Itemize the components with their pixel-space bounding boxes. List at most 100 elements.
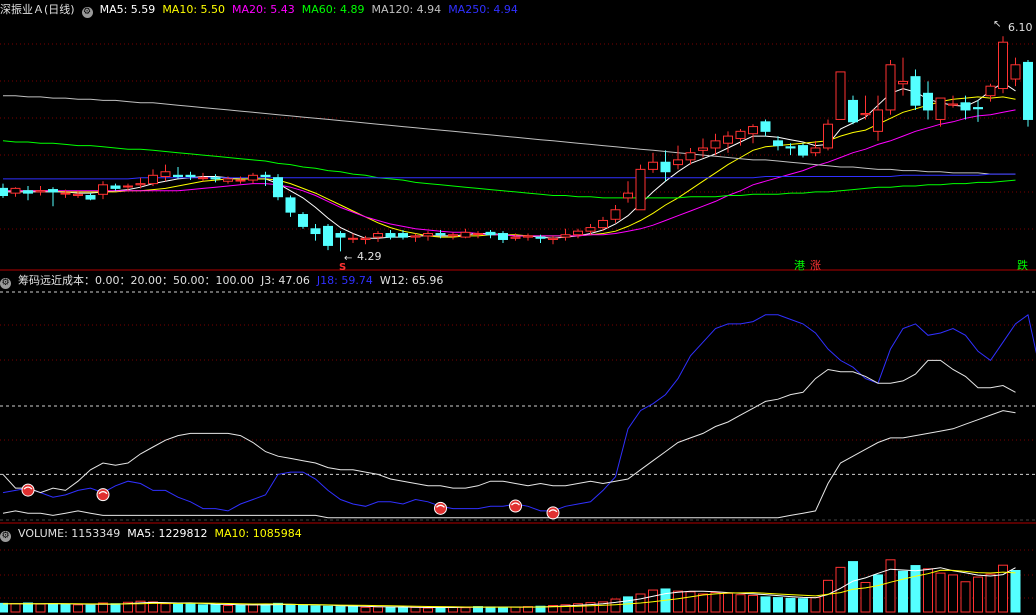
candle-body xyxy=(573,230,583,236)
candle-body xyxy=(523,235,533,238)
volume-bar xyxy=(510,606,521,613)
candle-body xyxy=(648,161,658,170)
volume-bar xyxy=(298,604,308,613)
candle-body xyxy=(198,177,208,180)
w12-value: W12: 65.96 xyxy=(379,274,444,287)
candle-body xyxy=(460,231,471,238)
candle-body xyxy=(598,219,608,229)
candle-body xyxy=(160,171,171,177)
candle-body xyxy=(98,184,108,195)
low-price-label: 4.29 xyxy=(357,250,382,263)
candle-body xyxy=(998,41,1008,90)
candle-body xyxy=(723,135,733,144)
candle-body xyxy=(923,92,933,111)
volume-bar xyxy=(360,606,371,613)
candle-body xyxy=(660,161,671,173)
candle-body xyxy=(698,147,708,151)
volume-bar xyxy=(448,606,458,613)
volume-bar xyxy=(735,594,746,613)
indicator-title[interactable]: 筹码远近成本：0.00：20.00：50.00：100.00 xyxy=(18,274,254,287)
stock-chart-canvas[interactable]: 6.10 ↖ 4.29 ← S 港 涨 跌 xyxy=(0,0,1036,615)
volume-bar xyxy=(773,597,783,613)
candle-body xyxy=(235,179,246,182)
candle-body xyxy=(810,147,821,154)
limit-down-tag: 跌 xyxy=(1017,258,1028,272)
candle-body xyxy=(710,140,721,149)
j18-value: J18: 59.74 xyxy=(316,274,373,287)
volume-bar xyxy=(85,604,96,613)
indicator-gear-icon[interactable]: ⚙ xyxy=(0,278,11,289)
candle-body xyxy=(510,236,521,239)
candle-body xyxy=(23,190,33,194)
candle-body xyxy=(623,192,633,199)
volume-bar xyxy=(973,576,983,613)
buy-signal-marker xyxy=(96,488,110,502)
volume-bar xyxy=(0,602,8,613)
buy-signal-marker xyxy=(434,501,447,515)
candle-body xyxy=(323,225,333,246)
volume-bar xyxy=(160,603,171,613)
volume-bar xyxy=(260,603,271,613)
volume-bar xyxy=(10,603,21,613)
buy-signal-marker xyxy=(546,506,560,520)
candle-body xyxy=(135,183,146,186)
candle-body xyxy=(673,159,683,166)
candle-body xyxy=(835,71,846,120)
volume-bar xyxy=(935,572,946,613)
vol-ma10-value: MA10: 1085984 xyxy=(214,527,302,540)
volume-bar xyxy=(60,603,71,613)
volume-bar xyxy=(1010,569,1021,613)
volume-bar xyxy=(398,607,408,613)
ma20-value: MA20: 5.43 xyxy=(232,3,295,16)
volume-bar xyxy=(248,604,258,613)
volume-bar xyxy=(35,603,46,613)
volume-bar xyxy=(948,574,958,613)
volume-bar xyxy=(373,606,383,613)
volume-bar xyxy=(798,598,808,613)
volume-bar xyxy=(873,574,883,613)
candle-body xyxy=(310,228,321,235)
candle-body xyxy=(773,140,783,147)
volume-bar xyxy=(898,570,908,613)
volume-gear-icon[interactable]: ⚙ xyxy=(0,531,11,542)
candle-body xyxy=(860,113,871,116)
candle-body xyxy=(735,130,746,139)
candle-body xyxy=(60,192,71,195)
j3-value: J3: 47.06 xyxy=(260,274,310,287)
settings-gear-icon[interactable]: ⚙ xyxy=(81,7,93,18)
candle-body xyxy=(1023,61,1033,120)
candle-body xyxy=(985,85,996,97)
candle-body xyxy=(785,146,796,149)
volume-bar xyxy=(223,605,233,613)
buy-signal-marker xyxy=(21,483,35,497)
candle-body xyxy=(873,109,883,132)
volume-bar xyxy=(748,594,758,613)
candle-body xyxy=(410,235,421,238)
volume-bar xyxy=(335,606,346,613)
candle-body xyxy=(0,187,8,197)
candle-body xyxy=(123,185,133,188)
volume-bar xyxy=(610,598,621,613)
buy-signal-marker xyxy=(509,499,522,513)
candle-body xyxy=(148,174,158,185)
candle-body xyxy=(448,234,458,237)
candle-body xyxy=(948,103,958,106)
stock-title[interactable]: 深振业Ａ(日线) xyxy=(0,3,75,16)
volume-value[interactable]: VOLUME: 1153349 xyxy=(18,527,120,540)
candle-body xyxy=(1010,64,1021,80)
volume-bar xyxy=(210,603,221,613)
volume-bar xyxy=(673,590,683,613)
candle-body xyxy=(910,76,921,106)
candle-body xyxy=(610,209,621,220)
volume-bar xyxy=(960,581,971,613)
candle-body xyxy=(473,233,483,236)
candle-body xyxy=(760,121,771,132)
volume-bar xyxy=(310,605,321,613)
volume-bar xyxy=(760,596,771,613)
ma60-value: MA60: 4.89 xyxy=(301,3,365,16)
volume-bar xyxy=(910,565,921,613)
volume-bar xyxy=(698,593,708,613)
volume-bar xyxy=(23,602,33,613)
volume-bar xyxy=(110,603,121,613)
candle-body xyxy=(35,190,46,193)
